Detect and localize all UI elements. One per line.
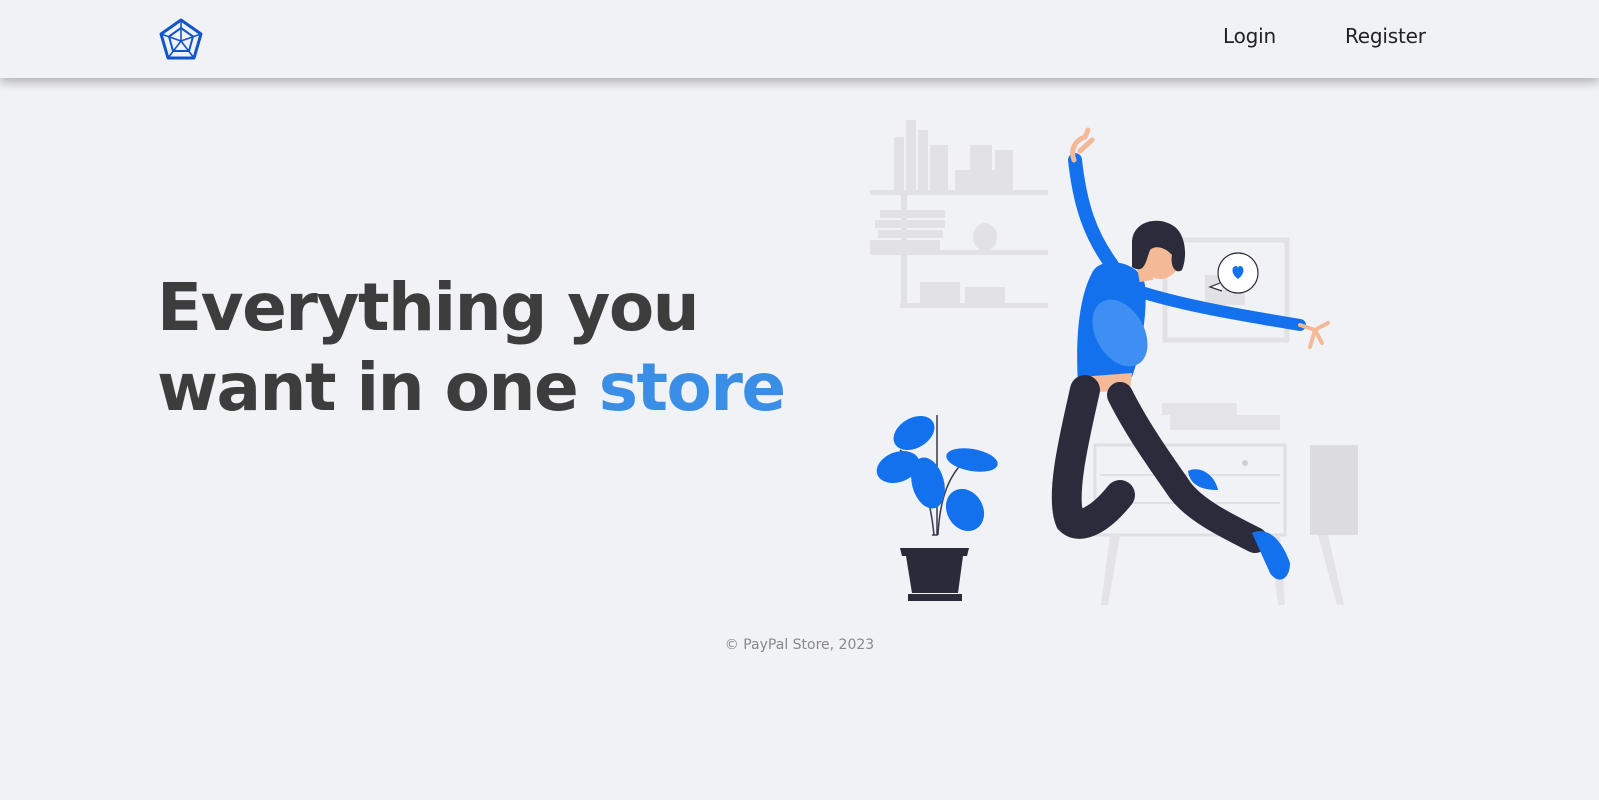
footer-copyright: © PayPal Store, 2023 <box>724 637 875 653</box>
hero-heading: Everything you want in one store <box>157 268 787 428</box>
hero-highlight-word: store <box>598 349 787 426</box>
hero-line-2: want in one store <box>157 348 787 428</box>
hero-line-2-text: want in one <box>157 349 599 426</box>
footer: © PayPal Store, 2023 <box>0 637 1599 653</box>
woman-figure <box>1051 127 1330 580</box>
woman-jumping-illustration <box>870 120 1358 605</box>
navbar: Login Register <box>0 0 1599 78</box>
logo-icon[interactable] <box>158 17 204 63</box>
login-link[interactable]: Login <box>1223 24 1276 48</box>
register-link[interactable]: Register <box>1345 24 1426 48</box>
hero-line-1: Everything you <box>157 269 700 346</box>
plant-decoration <box>876 415 998 601</box>
